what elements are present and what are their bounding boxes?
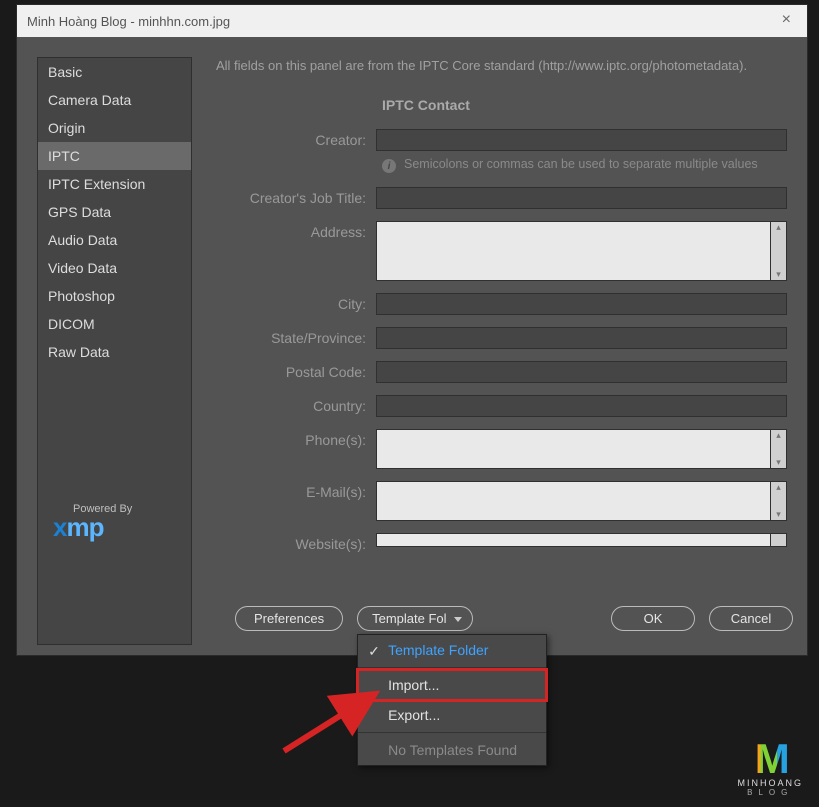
xmp-logo: xmp <box>53 512 103 543</box>
creator-label: Creator: <box>216 129 376 148</box>
file-info-dialog: Minh Hoàng Blog - minhhn.com.jpg × Basic… <box>16 4 808 656</box>
close-icon[interactable]: × <box>776 11 797 29</box>
city-label: City: <box>216 293 376 312</box>
websites-input[interactable] <box>376 533 771 547</box>
preferences-button[interactable]: Preferences <box>235 606 343 631</box>
country-label: Country: <box>216 395 376 414</box>
bottom-bar: Preferences Template Fol ✓ Template Fold… <box>33 599 793 637</box>
emails-input[interactable] <box>376 481 771 521</box>
websites-label: Website(s): <box>216 533 376 552</box>
section-header: IPTC Contact <box>382 97 787 113</box>
check-icon: ✓ <box>368 643 380 660</box>
sidebar-item-video-data[interactable]: Video Data <box>38 254 191 282</box>
intro-text: All fields on this panel are from the IP… <box>216 57 787 75</box>
sidebar-item-dicom[interactable]: DICOM <box>38 310 191 338</box>
titlebar: Minh Hoàng Blog - minhhn.com.jpg × <box>17 5 807 37</box>
menu-item-import[interactable]: Import... <box>358 670 546 700</box>
sidebar-item-raw-data[interactable]: Raw Data <box>38 338 191 366</box>
phones-input[interactable] <box>376 429 771 469</box>
menu-separator <box>358 732 546 733</box>
address-input[interactable] <box>376 221 771 281</box>
menu-separator <box>358 667 546 668</box>
creator-input[interactable] <box>376 129 787 151</box>
category-sidebar: Basic Camera Data Origin IPTC IPTC Exten… <box>37 57 192 645</box>
state-label: State/Province: <box>216 327 376 346</box>
info-icon: i <box>382 159 396 173</box>
scrollbar[interactable]: ▴▾ <box>771 429 787 469</box>
country-input[interactable] <box>376 395 787 417</box>
sidebar-item-iptc-extension[interactable]: IPTC Extension <box>38 170 191 198</box>
scrollbar[interactable]: ▴▾ <box>771 221 787 281</box>
state-input[interactable] <box>376 327 787 349</box>
phones-label: Phone(s): <box>216 429 376 448</box>
dialog-content: Basic Camera Data Origin IPTC IPTC Exten… <box>17 37 807 655</box>
window-title: Minh Hoàng Blog - minhhn.com.jpg <box>27 14 230 29</box>
menu-item-no-templates: No Templates Found <box>358 735 546 765</box>
watermark-logo: M MINHOANG BLOG <box>738 742 804 797</box>
sidebar-item-gps-data[interactable]: GPS Data <box>38 198 191 226</box>
sidebar-item-audio-data[interactable]: Audio Data <box>38 226 191 254</box>
job-title-input[interactable] <box>376 187 787 209</box>
template-dropdown[interactable]: Template Fol <box>357 606 473 631</box>
creator-hint-text: Semicolons or commas can be used to sepa… <box>404 157 758 171</box>
cancel-button[interactable]: Cancel <box>709 606 793 631</box>
address-label: Address: <box>216 221 376 240</box>
sidebar-item-origin[interactable]: Origin <box>38 114 191 142</box>
creator-hint: i Semicolons or commas can be used to se… <box>376 157 758 173</box>
sidebar-item-camera-data[interactable]: Camera Data <box>38 86 191 114</box>
menu-item-template-folder[interactable]: ✓ Template Folder <box>358 635 546 665</box>
postal-input[interactable] <box>376 361 787 383</box>
scrollbar[interactable]: ▴▾ <box>771 481 787 521</box>
menu-item-export[interactable]: Export... <box>358 700 546 730</box>
sidebar-item-photoshop[interactable]: Photoshop <box>38 282 191 310</box>
job-title-label: Creator's Job Title: <box>216 187 376 206</box>
city-input[interactable] <box>376 293 787 315</box>
postal-label: Postal Code: <box>216 361 376 380</box>
scrollbar[interactable] <box>771 533 787 547</box>
ok-button[interactable]: OK <box>611 606 695 631</box>
main-panel: All fields on this panel are from the IP… <box>192 57 787 645</box>
template-dropdown-menu: ✓ Template Folder Import... Export... No… <box>357 634 547 766</box>
sidebar-item-basic[interactable]: Basic <box>38 58 191 86</box>
sidebar-item-iptc[interactable]: IPTC <box>38 142 191 170</box>
emails-label: E-Mail(s): <box>216 481 376 500</box>
